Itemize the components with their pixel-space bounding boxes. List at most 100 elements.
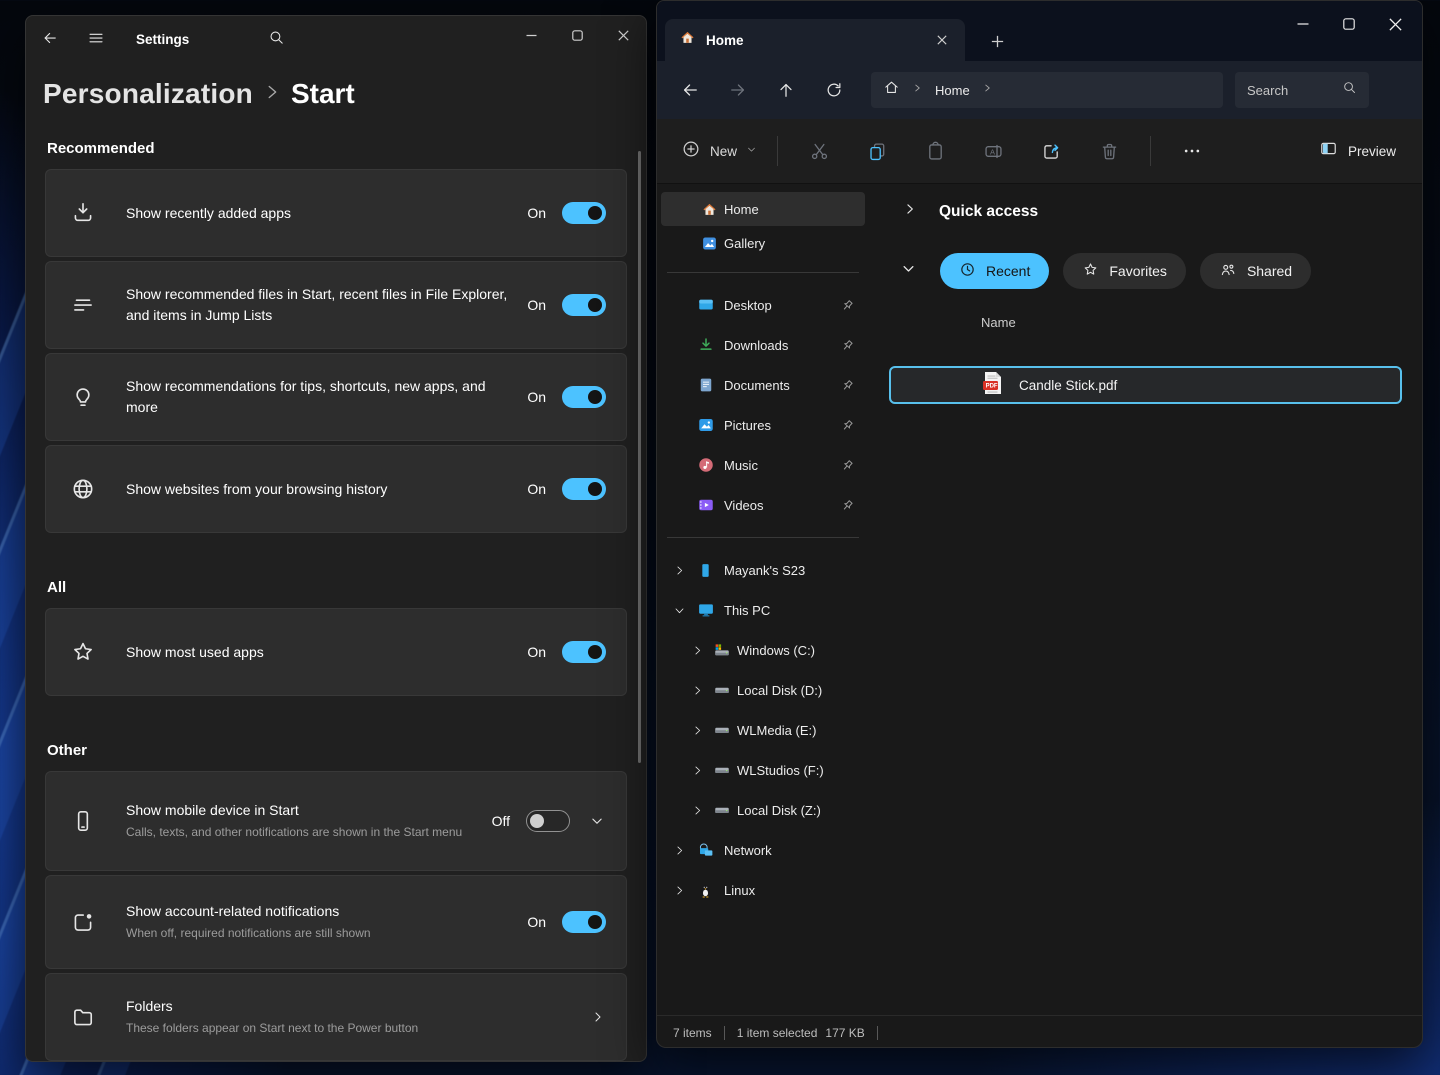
setting-row-websites-history[interactable]: Show websites from your browsing history… — [45, 445, 627, 533]
sidebar-item-this-pc[interactable]: This PC — [661, 590, 865, 630]
chevron-right-icon[interactable] — [691, 804, 704, 817]
chevron-right-icon[interactable] — [673, 844, 686, 857]
sidebar-item-downloads[interactable]: Downloads — [661, 325, 865, 365]
preview-button[interactable]: Preview — [1309, 131, 1406, 171]
toggle-recommendations-tips[interactable] — [562, 386, 606, 408]
new-button[interactable]: New — [673, 131, 765, 171]
close-button[interactable] — [600, 16, 646, 54]
pin-icon[interactable] — [840, 418, 855, 433]
column-header-name[interactable]: Name — [981, 315, 1422, 330]
sidebar-item-gallery[interactable]: Gallery — [661, 226, 865, 260]
pin-icon[interactable] — [840, 338, 855, 353]
chevron-right-icon[interactable] — [673, 564, 686, 577]
sidebar-item-label: Gallery — [724, 236, 765, 251]
tab-close-icon[interactable] — [929, 27, 955, 53]
pin-icon[interactable] — [840, 298, 855, 313]
toggle-most-used-apps[interactable] — [562, 641, 606, 663]
file-explorer-window: Home Home Search New — [656, 0, 1423, 1048]
paste-icon[interactable] — [912, 131, 958, 171]
chevron-down-icon[interactable] — [901, 261, 916, 281]
toggle-mobile-device[interactable] — [526, 810, 570, 832]
chevron-right-icon[interactable] — [673, 884, 686, 897]
rename-icon[interactable]: A — [970, 131, 1016, 171]
maximize-button[interactable] — [1326, 5, 1372, 43]
breadcrumb-personalization[interactable]: Personalization — [43, 78, 253, 110]
chevron-right-icon[interactable] — [903, 202, 917, 221]
refresh-icon[interactable] — [817, 73, 851, 107]
toggle-recommended-files[interactable] — [562, 294, 606, 316]
back-button[interactable] — [32, 22, 68, 58]
minimize-button[interactable] — [508, 16, 554, 54]
explorer-statusbar: 7 items 1 item selected 177 KB — [657, 1015, 1422, 1048]
clock-icon — [959, 261, 976, 281]
setting-row-recently-added-apps[interactable]: Show recently added apps On — [45, 169, 627, 257]
setting-row-mobile-device[interactable]: Show mobile device in Start Calls, texts… — [45, 771, 627, 871]
sidebar-item-local-disk-d[interactable]: Local Disk (D:) — [661, 670, 865, 710]
sidebar-item-pictures[interactable]: Pictures — [661, 405, 865, 445]
toggle-account-notifications[interactable] — [562, 911, 606, 933]
sidebar-item-network[interactable]: Network — [661, 830, 865, 870]
sidebar-item-desktop[interactable]: Desktop — [661, 285, 865, 325]
address-crumb-home[interactable]: Home — [935, 83, 970, 98]
nav-up-button[interactable] — [769, 73, 803, 107]
settings-search-button[interactable] — [258, 22, 294, 58]
chevron-down-icon[interactable] — [673, 604, 686, 617]
setting-row-account-notifications[interactable]: Show account-related notifications When … — [45, 875, 627, 969]
menu-button[interactable] — [78, 22, 114, 58]
file-row-selected[interactable]: PDF Candle Stick.pdf — [889, 366, 1402, 404]
sidebar-item-music[interactable]: Music — [661, 445, 865, 485]
search-box[interactable]: Search — [1235, 72, 1369, 108]
quick-access-header[interactable]: Quick access — [903, 202, 1422, 221]
sidebar-item-documents[interactable]: Documents — [661, 365, 865, 405]
cut-icon[interactable] — [796, 131, 842, 171]
new-tab-button[interactable] — [983, 27, 1011, 55]
chevron-right-icon[interactable] — [691, 724, 704, 737]
maximize-button[interactable] — [554, 16, 600, 54]
delete-icon[interactable] — [1086, 131, 1132, 171]
explorer-tabbar: Home — [657, 1, 1422, 61]
settings-scrollbar[interactable] — [638, 151, 641, 763]
chevron-right-icon[interactable] — [691, 644, 704, 657]
address-bar[interactable]: Home — [871, 72, 1223, 108]
sidebar-item-local-disk-z[interactable]: Local Disk (Z:) — [661, 790, 865, 830]
filter-pill-recent[interactable]: Recent — [940, 253, 1049, 289]
copy-icon[interactable] — [854, 131, 900, 171]
phone-device-icon — [697, 562, 714, 579]
minimize-button[interactable] — [1280, 5, 1326, 43]
pin-icon[interactable] — [840, 498, 855, 513]
sidebar-item-wlstudios-f[interactable]: WLStudios (F:) — [661, 750, 865, 790]
status-selection: 1 item selected — [737, 1026, 818, 1040]
chevron-down-icon[interactable] — [588, 812, 606, 830]
see-more-icon[interactable] — [1169, 131, 1215, 171]
setting-title: Show recommendations for tips, shortcuts… — [126, 378, 486, 415]
toggle-knob — [588, 390, 602, 404]
setting-row-folders[interactable]: Folders These folders appear on Start ne… — [45, 973, 627, 1061]
setting-row-recommendations-tips[interactable]: Show recommendations for tips, shortcuts… — [45, 353, 627, 441]
nav-forward-button[interactable] — [721, 73, 755, 107]
explorer-sidebar: Home Gallery Desktop Downloads Documents — [657, 184, 869, 1015]
share-icon[interactable] — [1028, 131, 1074, 171]
chevron-right-icon[interactable] — [691, 764, 704, 777]
toggle-websites-history[interactable] — [562, 478, 606, 500]
filter-pill-shared[interactable]: Shared — [1200, 253, 1311, 289]
toggle-knob — [588, 645, 602, 659]
pin-icon[interactable] — [840, 458, 855, 473]
filter-pill-favorites[interactable]: Favorites — [1063, 253, 1186, 289]
status-divider — [724, 1026, 725, 1040]
sidebar-item-phone-device[interactable]: Mayank's S23 — [661, 550, 865, 590]
setting-row-most-used-apps[interactable]: Show most used apps On — [45, 608, 627, 696]
pin-icon[interactable] — [840, 378, 855, 393]
sidebar-item-windows-c[interactable]: Windows (C:) — [661, 630, 865, 670]
nav-back-button[interactable] — [673, 73, 707, 107]
sidebar-item-videos[interactable]: Videos — [661, 485, 865, 525]
sidebar-item-wlmedia-e[interactable]: WLMedia (E:) — [661, 710, 865, 750]
toggle-knob — [588, 298, 602, 312]
setting-row-recommended-files[interactable]: Show recommended files in Start, recent … — [45, 261, 627, 349]
toggle-recently-added-apps[interactable] — [562, 202, 606, 224]
toggle-knob — [588, 482, 602, 496]
close-button[interactable] — [1372, 5, 1418, 43]
tab-home[interactable]: Home — [665, 19, 965, 61]
chevron-right-icon[interactable] — [691, 684, 704, 697]
sidebar-item-home[interactable]: Home — [661, 192, 865, 226]
sidebar-item-linux[interactable]: Linux — [661, 870, 865, 910]
